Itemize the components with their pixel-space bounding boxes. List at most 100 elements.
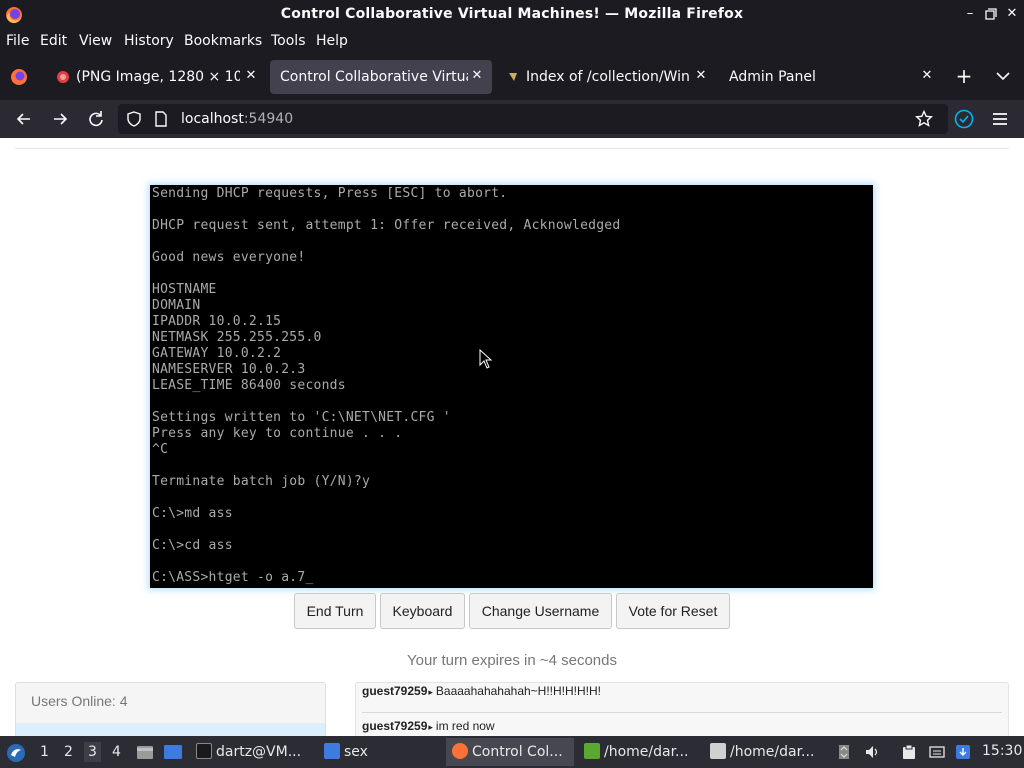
terminal-icon [196, 743, 212, 759]
start-menu-icon[interactable] [6, 743, 26, 763]
network-icon[interactable] [929, 744, 945, 760]
close-tab-icon[interactable]: ✕ [470, 68, 484, 84]
clock: 15:30 [982, 743, 1023, 759]
new-tab-icon[interactable]: + [955, 66, 973, 86]
workspace-4[interactable]: 4 [112, 744, 121, 760]
terminal-line: C:\>md ass [152, 506, 233, 521]
close-tab-icon[interactable]: ✕ [920, 68, 934, 84]
taskbar-item-label: Control Col... [472, 744, 563, 760]
tab-label: Control Collaborative Virtual Machines! [280, 69, 468, 85]
terminal-line: Press any key to continue . . . [152, 426, 403, 441]
firefox-icon [452, 743, 468, 759]
workspace-2[interactable]: 2 [64, 744, 73, 760]
desktop-launcher-icon[interactable] [163, 744, 183, 760]
taskbar-item-label: dartz@VM... [216, 744, 302, 760]
terminal-line: IPADDR 10.0.2.15 [152, 314, 282, 329]
hamburger-menu-icon[interactable] [990, 109, 1010, 129]
user-list-row[interactable] [16, 723, 325, 736]
taskbar-item-label: /home/dar... [604, 744, 689, 760]
vm-display[interactable]: Sending DHCP requests, Press [ESC] to ab… [150, 185, 873, 588]
tab-label: (PNG Image, 1280 × 1024 pixels) [76, 69, 240, 85]
menu-tools[interactable]: Tools [271, 33, 306, 49]
clipboard-icon[interactable] [901, 744, 917, 760]
shield-icon[interactable] [126, 111, 142, 127]
terminal-line: DHCP request sent, attempt 1: Offer rece… [152, 218, 621, 233]
taskbar-file[interactable]: /home/dar... [580, 738, 702, 766]
tab-active-collabvm[interactable]: Control Collaborative Virtual Machines! … [270, 60, 492, 94]
close-icon[interactable]: ✕ [1004, 6, 1020, 22]
menu-history[interactable]: History [124, 33, 174, 49]
restore-icon[interactable] [983, 6, 999, 22]
tab-admin-panel[interactable]: Admin Panel ✕ [720, 60, 942, 94]
taskbar-item-label: /home/dar... [730, 744, 815, 760]
bookmark-star-icon[interactable] [915, 110, 933, 128]
chat-username[interactable]: guest79259 [362, 719, 427, 733]
mouse-cursor-icon [479, 349, 493, 369]
divider [15, 148, 1009, 149]
vote-reset-button[interactable]: Vote for Reset [616, 593, 730, 629]
url-host: localhost [181, 111, 244, 127]
account-sync-icon[interactable] [954, 109, 974, 129]
workspace-1[interactable]: 1 [40, 744, 49, 760]
taskbar-terminal[interactable]: dartz@VM... [192, 738, 314, 766]
taskbar-text-editor[interactable]: /home/dar... [706, 738, 832, 766]
end-turn-button[interactable]: End Turn [294, 593, 376, 629]
taskbar-folder[interactable]: sex [320, 738, 440, 766]
terminal-line: HOSTNAME [152, 282, 217, 297]
chat-divider [362, 712, 1002, 713]
firefox-view-icon[interactable] [10, 68, 28, 86]
workspace-3[interactable]: 3 [84, 742, 101, 762]
url-text: localhost:54940 [181, 111, 293, 127]
keyboard-button[interactable]: Keyboard [380, 593, 465, 629]
volume-icon[interactable] [864, 744, 880, 760]
forward-icon[interactable] [50, 109, 70, 129]
back-icon[interactable] [14, 109, 34, 129]
url-bar[interactable]: localhost:54940 [118, 104, 948, 134]
change-username-button[interactable]: Change Username [469, 593, 612, 629]
menu-view[interactable]: View [79, 33, 112, 49]
terminal-line: Good news everyone! [152, 250, 306, 265]
menu-bar: File Edit View History Bookmarks Tools H… [0, 30, 1024, 54]
users-online-panel: Users Online: 4 [15, 682, 326, 736]
terminal-line: Sending DHCP requests, Press [ESC] to ab… [152, 186, 508, 201]
update-notifier-icon[interactable] [955, 744, 971, 760]
web-page: Sending DHCP requests, Press [ESC] to ab… [0, 138, 1024, 736]
image-favicon [57, 71, 69, 83]
menu-help[interactable]: Help [316, 33, 348, 49]
terminal-line: NAMESERVER 10.0.2.3 [152, 362, 306, 377]
terminal-line: NETMASK 255.255.255.0 [152, 330, 322, 345]
menu-bookmarks[interactable]: Bookmarks [184, 33, 262, 49]
list-all-tabs-icon[interactable] [996, 71, 1010, 81]
page-icon[interactable] [154, 111, 168, 127]
tab-strip: (PNG Image, 1280 × 1024 pixels) ✕ Contro… [0, 54, 1024, 100]
menu-file[interactable]: File [6, 33, 29, 49]
folder-icon [324, 743, 340, 759]
tab-label: Index of /collection/Windows [526, 69, 690, 85]
taskbar-scroll-icon[interactable] [836, 744, 852, 760]
terminal-line: C:\>cd ass [152, 538, 233, 553]
reload-icon[interactable] [86, 109, 106, 129]
taskbar-firefox[interactable]: Control Col... [446, 738, 574, 766]
tab-index-collection[interactable]: Index of /collection/Windows ✕ [498, 60, 716, 94]
close-tab-icon[interactable]: ✕ [244, 68, 258, 84]
close-tab-icon[interactable]: ✕ [694, 68, 708, 84]
terminal-line: LEASE_TIME 86400 seconds [152, 378, 346, 393]
chat-message: guest79259▸ im red now [362, 719, 495, 733]
chat-username[interactable]: guest79259 [362, 684, 427, 698]
file-manager-launcher-icon[interactable] [136, 744, 154, 760]
folder-favicon [509, 73, 517, 81]
tab-label: Admin Panel [729, 69, 816, 85]
minimize-icon[interactable]: – [962, 6, 978, 22]
terminal-line: GATEWAY 10.0.2.2 [152, 346, 282, 361]
menu-edit[interactable]: Edit [40, 33, 67, 49]
terminal-line: Terminate batch job (Y/N)?y [152, 474, 371, 489]
window-title: Control Collaborative Virtual Machines! … [280, 6, 744, 22]
tab-png-image[interactable]: (PNG Image, 1280 × 1024 pixels) ✕ [48, 60, 266, 94]
